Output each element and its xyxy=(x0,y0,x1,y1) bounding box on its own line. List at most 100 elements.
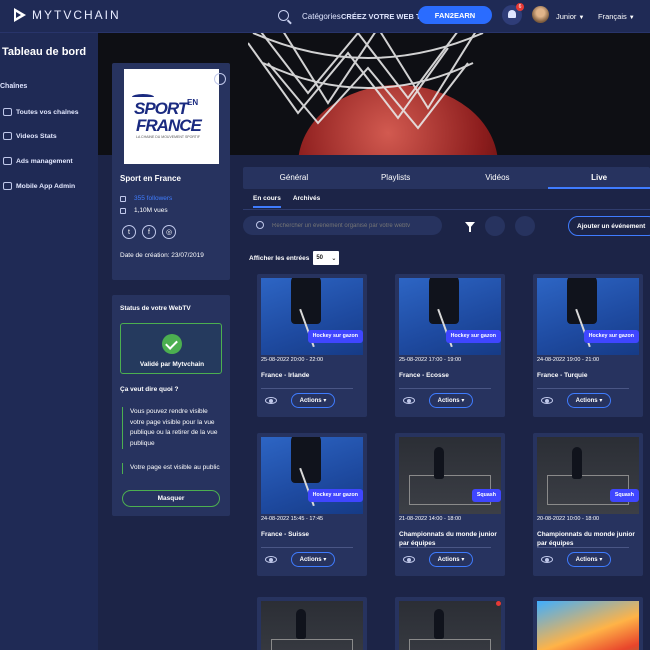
sidebar-item-all-channels[interactable]: Toutes vos chaînes xyxy=(3,108,79,116)
actions-button[interactable]: Actions ▾ xyxy=(291,393,335,408)
event-card[interactable]: Hockey sur gazon 25-08-2022 17:00 - 19:00… xyxy=(395,274,505,417)
twitter-icon[interactable]: t xyxy=(122,225,136,239)
player-figure xyxy=(567,278,597,324)
logo-tagline: LA CHAINE DU MOUVEMENT SPORTIF xyxy=(136,135,201,139)
chevron-down-icon: ▼ xyxy=(578,15,585,21)
subtabs-divider xyxy=(243,209,650,210)
actions-label: Actions xyxy=(437,398,460,404)
entries-selector-row: Afficher les entrées 50 ⌄ xyxy=(249,251,340,265)
event-thumbnail xyxy=(537,601,639,650)
camera-icon[interactable] xyxy=(214,73,226,85)
main-content: Général Playlists Vidéos Live En cours A… xyxy=(243,167,650,650)
actions-label: Actions xyxy=(575,557,598,563)
live-indicator xyxy=(496,601,501,606)
user-menu[interactable]: Junior ▼ xyxy=(556,12,584,21)
webtv-status-card: Status de votre WebTV Validé par Mytvcha… xyxy=(112,295,230,516)
nav-create-webtv-link[interactable]: CRÉEZ VOTRE WEB TV xyxy=(341,12,426,21)
eye-icon[interactable] xyxy=(265,556,277,563)
sidebar-item-ads-management[interactable]: Ads management xyxy=(3,157,73,165)
actions-label: Actions xyxy=(299,557,322,563)
card-divider xyxy=(399,388,491,389)
actions-button[interactable]: Actions ▾ xyxy=(429,552,473,567)
user-avatar[interactable] xyxy=(532,6,549,23)
check-circle-icon xyxy=(162,334,182,354)
add-event-button[interactable]: Ajouter un événement xyxy=(568,216,650,236)
validated-label: Validé par Mytvchain xyxy=(139,361,205,368)
event-card[interactable]: Hockey sur gazon 24-08-2022 15:45 - 17:45… xyxy=(257,433,367,576)
sidebar-item-mobile-app-admin[interactable]: Mobile App Admin xyxy=(3,182,75,190)
tab-live[interactable]: Live xyxy=(548,167,650,189)
event-card[interactable]: Squash 21-08-2022 14:00 - 18:00 Championna… xyxy=(395,433,505,576)
channel-logo: SPORT EN FRANCE LA CHAINE DU MOUVEMENT S… xyxy=(124,69,219,164)
event-thumbnail xyxy=(399,278,501,355)
event-thumbnail xyxy=(261,601,363,650)
sidebar-title: Tableau de bord xyxy=(2,46,87,58)
tab-playlists[interactable]: Playlists xyxy=(345,167,447,189)
facebook-icon[interactable]: f xyxy=(142,225,156,239)
event-date: 25-08-2022 17:00 - 19:00 xyxy=(399,357,462,363)
entries-label: Afficher les entrées xyxy=(249,254,310,262)
court-lines xyxy=(271,639,353,650)
player-figure xyxy=(429,278,459,324)
sidebar-item-video-stats[interactable]: Videos Stats xyxy=(3,132,57,140)
event-card[interactable]: Hockey sur gazon 24-08-2022 19:00 - 21:00… xyxy=(533,274,643,417)
eye-icon[interactable] xyxy=(403,397,415,404)
eye-icon[interactable] xyxy=(403,556,415,563)
eye-icon[interactable] xyxy=(541,556,553,563)
sidebar: Tableau de bord Chaînes Toutes vos chaîn… xyxy=(0,33,98,650)
eye-icon[interactable] xyxy=(265,397,277,404)
creation-date: Date de création: 23/07/2019 xyxy=(120,252,204,259)
followers-link[interactable]: 355 followers xyxy=(134,195,172,202)
status-explanation: Vous pouvez rendre visible votre page vi… xyxy=(122,407,222,449)
event-title: France - Ecosse xyxy=(399,372,449,379)
hide-page-button[interactable]: Masquer xyxy=(122,490,220,507)
event-thumbnail xyxy=(399,601,501,650)
language-label: Français xyxy=(598,12,627,21)
event-title: France - Turquie xyxy=(537,372,588,379)
website-icon[interactable]: ◎ xyxy=(162,225,176,239)
logo-word-en: EN xyxy=(187,98,199,107)
sidebar-item-label: Mobile App Admin xyxy=(16,182,76,190)
event-card[interactable] xyxy=(395,597,505,650)
tab-general[interactable]: Général xyxy=(243,167,345,189)
sidebar-item-label: Toutes vos chaînes xyxy=(16,108,79,116)
grid-view-icon[interactable] xyxy=(515,216,535,236)
event-title: France - Suisse xyxy=(261,531,310,538)
actions-label: Actions xyxy=(575,398,598,404)
actions-button[interactable]: Actions ▾ xyxy=(567,393,611,408)
views-row: 1,10M vues xyxy=(120,207,168,214)
notifications-button[interactable]: 6 xyxy=(502,3,524,25)
event-card[interactable]: Squash 20-08-2022 10:00 - 18:00 Championna… xyxy=(533,433,643,576)
list-view-icon[interactable] xyxy=(485,216,505,236)
event-card[interactable] xyxy=(533,597,643,650)
player-figure xyxy=(434,609,444,639)
language-selector[interactable]: Français ▼ xyxy=(598,12,635,21)
nav-categories-link[interactable]: Catégories xyxy=(302,12,341,21)
live-subtabs: En cours Archivés xyxy=(253,195,320,208)
tab-videos[interactable]: Vidéos xyxy=(447,167,549,189)
sport-tag: Hockey sur gazon xyxy=(307,330,363,343)
actions-button[interactable]: Actions ▾ xyxy=(429,393,473,408)
event-card[interactable] xyxy=(257,597,367,650)
event-search-input[interactable] xyxy=(243,216,442,235)
chevron-down-icon: ▼ xyxy=(628,15,635,21)
card-divider xyxy=(261,547,353,548)
card-divider xyxy=(537,388,629,389)
actions-button[interactable]: Actions ▾ xyxy=(291,552,335,567)
fan2earn-button[interactable]: FAN2EARN xyxy=(418,6,492,24)
sport-tag: Hockey sur gazon xyxy=(307,489,363,502)
event-date: 20-08-2022 10:00 - 18:00 xyxy=(537,516,600,522)
card-divider xyxy=(261,388,353,389)
search-icon[interactable] xyxy=(278,10,289,21)
entries-select[interactable]: 50 ⌄ xyxy=(313,251,340,265)
subtab-archives[interactable]: Archivés xyxy=(293,195,320,208)
eye-icon[interactable] xyxy=(541,397,553,404)
actions-button[interactable]: Actions ▾ xyxy=(567,552,611,567)
filter-icon[interactable] xyxy=(465,222,475,232)
event-card[interactable]: Hockey sur gazon 25-08-2022 20:00 - 22:00… xyxy=(257,274,367,417)
event-date: 21-08-2022 14:00 - 18:00 xyxy=(399,516,462,522)
mytvchain-logo[interactable]: MYTVCHAIN xyxy=(14,8,121,22)
user-icon xyxy=(120,195,126,202)
subtab-en-cours[interactable]: En cours xyxy=(253,195,281,208)
card-divider xyxy=(537,547,629,548)
